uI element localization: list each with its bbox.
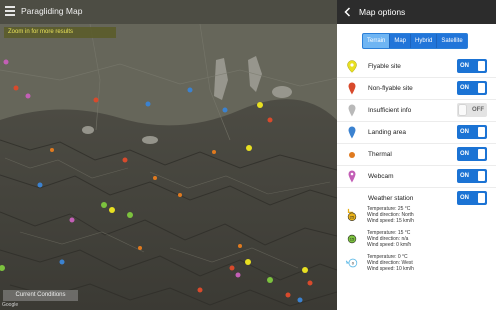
weather-toggle[interactable]: ON xyxy=(457,191,487,205)
option-label: Non-flyable site xyxy=(368,85,413,92)
wind-flag-icon: 25 xyxy=(347,208,357,221)
panel-title: Map options xyxy=(359,7,406,17)
flyable-pin-icon xyxy=(347,60,357,73)
zoom-hint-banner: Zoom in for more results xyxy=(4,27,116,38)
insufficient-toggle[interactable]: OFF xyxy=(457,103,487,117)
option-row-flyable: Flyable site ON xyxy=(337,56,496,78)
nonflyable-toggle[interactable]: ON xyxy=(457,81,487,95)
option-label: Insufficient info xyxy=(368,107,412,114)
map-options-panel: Map options Terrain Map Hybrid Satellite… xyxy=(337,0,496,310)
google-attribution: Google xyxy=(2,302,19,308)
landing-pin-icon xyxy=(348,126,356,139)
weather-speed: Wind speed: 15 km/h xyxy=(367,218,414,224)
calm-icon: 15 xyxy=(347,234,357,244)
landing-toggle[interactable]: ON xyxy=(457,125,487,139)
svg-text:25: 25 xyxy=(350,214,355,219)
terrain-map[interactable] xyxy=(0,0,337,310)
option-row-thermal: Thermal ON xyxy=(337,144,496,166)
map-type-map[interactable]: Map xyxy=(389,34,410,48)
map-type-selector: Terrain Map Hybrid Satellite xyxy=(362,33,468,49)
option-label: Thermal xyxy=(368,151,392,158)
webcam-pin-icon xyxy=(348,170,356,183)
weather-example-1: 25 Temperature: 25 °C Wind direction: No… xyxy=(337,205,496,231)
current-conditions-button[interactable]: Current Conditions xyxy=(3,290,78,301)
weather-example-3: 0 Temperature: 0 °C Wind direction: West… xyxy=(337,253,496,279)
weather-example-2: 15 Temperature: 15 °C Wind direction: n/… xyxy=(337,229,496,255)
map-type-satellite[interactable]: Satellite xyxy=(436,34,466,48)
insufficient-pin-icon xyxy=(348,104,356,117)
back-arrow-icon[interactable] xyxy=(342,6,354,18)
west-wind-icon: 0 xyxy=(345,258,358,268)
option-label: Flyable site xyxy=(368,63,401,70)
panel-header: Map options xyxy=(337,0,496,24)
app-bar: Paragliding Map xyxy=(0,0,337,24)
webcam-toggle[interactable]: ON xyxy=(457,169,487,183)
map-type-hybrid[interactable]: Hybrid xyxy=(410,34,436,48)
app-title: Paragliding Map xyxy=(21,6,83,16)
map-type-terrain[interactable]: Terrain xyxy=(363,34,390,48)
weather-speed: Wind speed: 0 km/h xyxy=(367,242,412,248)
option-label: Landing area xyxy=(368,129,406,136)
flyable-toggle[interactable]: ON xyxy=(457,59,487,73)
nonflyable-pin-icon xyxy=(348,82,356,95)
option-label: Webcam xyxy=(368,173,394,180)
option-row-landing: Landing area ON xyxy=(337,122,496,144)
weather-speed: Wind speed: 10 km/h xyxy=(367,266,414,272)
option-row-insufficient: Insufficient info OFF xyxy=(337,100,496,122)
menu-icon[interactable] xyxy=(5,6,15,17)
thermal-toggle[interactable]: ON xyxy=(457,147,487,161)
map-view[interactable]: Paragliding Map Zoom in for more results… xyxy=(0,0,337,310)
thermal-dot-icon xyxy=(349,152,355,158)
option-row-nonflyable: Non-flyable site ON xyxy=(337,78,496,100)
svg-text:15: 15 xyxy=(350,237,355,242)
option-row-webcam: Webcam ON xyxy=(337,166,496,188)
